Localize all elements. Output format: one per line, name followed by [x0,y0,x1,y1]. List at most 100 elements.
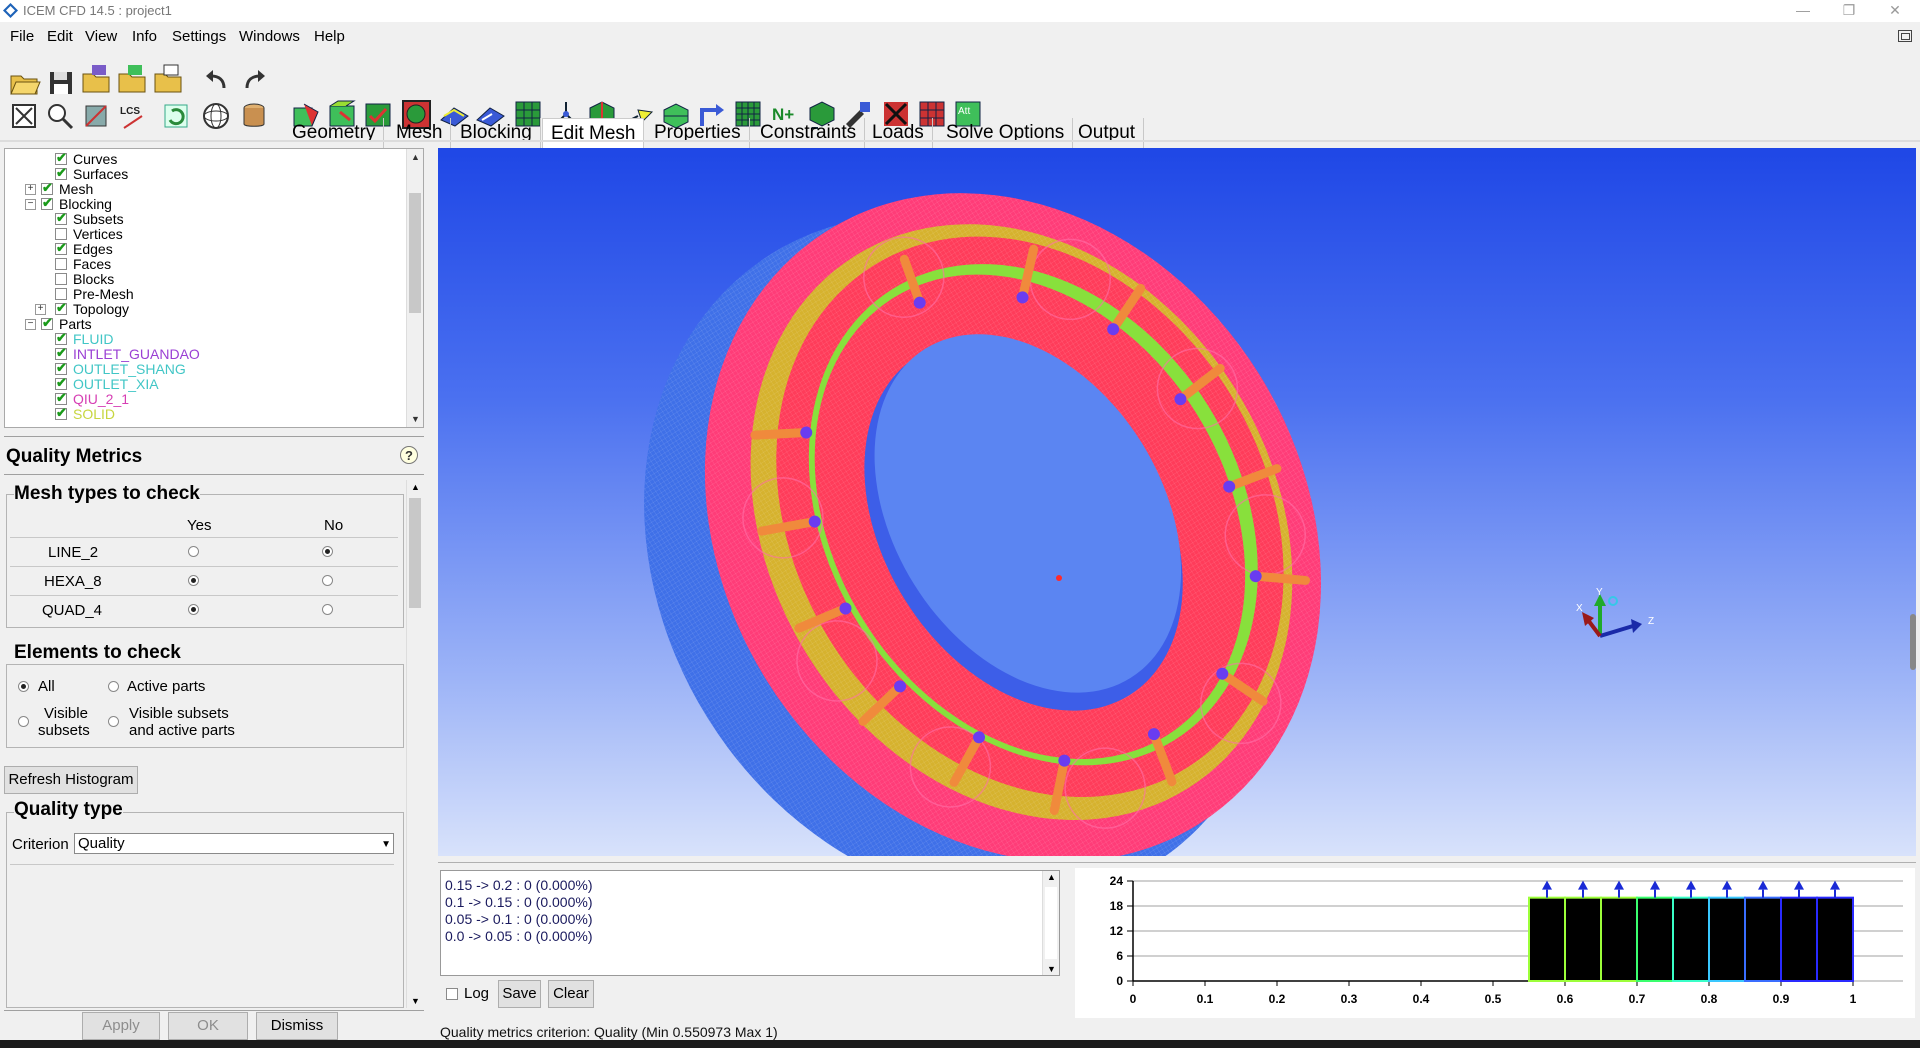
visible-subsets-active-parts-radio[interactable] [108,716,119,727]
close-button[interactable]: ✕ [1872,0,1918,22]
tree-item-blocks[interactable]: Blocks [55,272,114,287]
scrollbar-track[interactable] [1045,887,1057,959]
tab-constraints[interactable]: Constraints [752,118,866,150]
redo-icon[interactable] [238,64,271,96]
tree-part-intlet-guandao[interactable]: INTLET_GUANDAO [55,345,200,362]
scrollbar-thumb[interactable] [409,498,421,608]
menu-windows[interactable]: Windows [239,28,300,45]
menu-info[interactable]: Info [132,28,157,45]
tab-edit-mesh[interactable]: Edit Mesh [542,118,645,150]
wireframe-sphere-icon[interactable] [200,100,233,132]
visible-subsets-radio[interactable] [18,716,29,727]
log-scrollbar[interactable]: ▲ ▼ [1042,871,1059,975]
blocking-checkbox[interactable] [41,195,53,210]
expand-icon[interactable]: + [35,304,46,315]
viewport-resize-handle[interactable] [1910,614,1916,670]
tree-item-edges[interactable]: Edges [55,240,113,257]
open-mesh-icon[interactable] [116,62,149,94]
graphics-viewport[interactable]: Y X Z [438,148,1916,856]
tab-mesh[interactable]: Mesh [388,118,452,150]
tree-item-surfaces[interactable]: Surfaces [55,165,128,182]
fluid-checkbox[interactable] [55,330,67,345]
tree-item-faces[interactable]: Faces [55,257,111,272]
all-elements-radio[interactable] [18,681,29,692]
tab-loads[interactable]: Loads [864,118,933,150]
tree-part-outlet-shang[interactable]: OUTLET_SHANG [55,360,186,377]
scroll-down-icon[interactable]: ▼ [1043,964,1060,974]
ok-button[interactable]: OK [168,1012,248,1040]
log-scale-checkbox[interactable] [446,988,458,1000]
tab-solve-options[interactable]: Solve Options [938,118,1074,150]
tree-part-solid[interactable]: SOLID [55,405,115,422]
surfaces-checkbox[interactable] [55,165,67,180]
quad4-no-radio[interactable] [322,604,333,615]
tree-part-outlet-xia[interactable]: OUTLET_XIA [55,375,159,392]
open-geometry-icon[interactable] [80,62,113,94]
tree-item-mesh[interactable]: +Mesh [19,180,93,197]
outlet-shang-checkbox[interactable] [55,360,67,375]
tab-blocking[interactable]: Blocking [452,118,541,150]
tree-item-subsets[interactable]: Subsets [55,210,124,227]
menu-edit[interactable]: Edit [47,28,73,45]
quality-histogram[interactable]: 0 6 12 18 24 0 0.1 0.2 0.3 0.4 0.5 0.6 0.7 0.8 0.9 1 [1075,868,1915,1018]
tree-scrollbar[interactable]: ▲ ▼ [406,149,423,427]
quad4-yes-radio[interactable] [188,604,199,615]
tab-properties[interactable]: Properties [646,118,750,150]
scroll-down-icon[interactable]: ▼ [407,996,424,1006]
scroll-up-icon[interactable]: ▲ [407,149,423,165]
restore-panel-icon[interactable] [1898,30,1912,42]
solid-shading-icon[interactable] [238,100,271,132]
dismiss-button[interactable]: Dismiss [256,1012,338,1040]
topology-checkbox[interactable] [55,300,67,315]
menu-view[interactable]: View [85,28,117,45]
parts-checkbox[interactable] [41,315,53,330]
hexa8-yes-radio[interactable] [188,575,199,586]
scroll-up-icon[interactable]: ▲ [407,482,424,492]
line2-yes-radio[interactable] [188,546,199,557]
intlet-guandao-checkbox[interactable] [55,345,67,360]
save-project-icon[interactable] [44,66,77,98]
faces-checkbox[interactable] [55,258,67,270]
qiu-2-1-checkbox[interactable] [55,390,67,405]
line2-no-radio[interactable] [322,546,333,557]
refresh-icon[interactable] [160,100,193,132]
scroll-up-icon[interactable]: ▲ [1043,872,1060,882]
minimize-button[interactable]: — [1780,0,1826,22]
curves-checkbox[interactable] [55,150,67,165]
outlet-xia-checkbox[interactable] [55,375,67,390]
help-icon[interactable]: ? [400,446,418,464]
clear-log-button[interactable]: Clear [548,980,594,1008]
message-log[interactable]: 0.15 -> 0.2 : 0 (0.000%) 0.1 -> 0.15 : 0… [440,870,1060,976]
tab-geometry[interactable]: Geometry [284,118,385,150]
edges-checkbox[interactable] [55,240,67,255]
tab-output[interactable]: Output [1070,118,1145,150]
local-coordinate-icon[interactable]: LCS [116,100,149,132]
menu-help[interactable]: Help [314,28,345,45]
expand-icon[interactable]: + [25,184,36,195]
menu-settings[interactable]: Settings [172,28,226,45]
undo-icon[interactable] [200,64,233,96]
hexa8-no-radio[interactable] [322,575,333,586]
collapse-icon[interactable]: − [25,199,36,210]
blocks-checkbox[interactable] [55,273,67,285]
open-blocking-icon[interactable] [152,62,185,94]
vertices-checkbox[interactable] [55,228,67,240]
open-project-icon[interactable] [8,66,41,98]
panel-scrollbar[interactable]: ▲ ▼ [406,480,423,1008]
menu-file[interactable]: File [10,28,34,45]
mesh-checkbox[interactable] [41,180,53,195]
maximize-button[interactable]: ❐ [1826,0,1872,22]
apply-button[interactable]: Apply [82,1012,160,1040]
subsets-checkbox[interactable] [55,210,67,225]
zoom-box-icon[interactable] [44,100,77,132]
refresh-histogram-button[interactable]: Refresh Histogram [4,766,138,794]
collapse-icon[interactable]: − [25,319,36,330]
measure-icon[interactable] [80,100,113,132]
scroll-down-icon[interactable]: ▼ [407,411,423,427]
active-parts-radio[interactable] [108,681,119,692]
criterion-select[interactable]: Quality ▼ [74,833,394,854]
scrollbar-thumb[interactable] [409,193,421,313]
fit-window-icon[interactable] [8,100,41,132]
solid-checkbox[interactable] [55,405,67,420]
save-log-button[interactable]: Save [498,980,541,1008]
